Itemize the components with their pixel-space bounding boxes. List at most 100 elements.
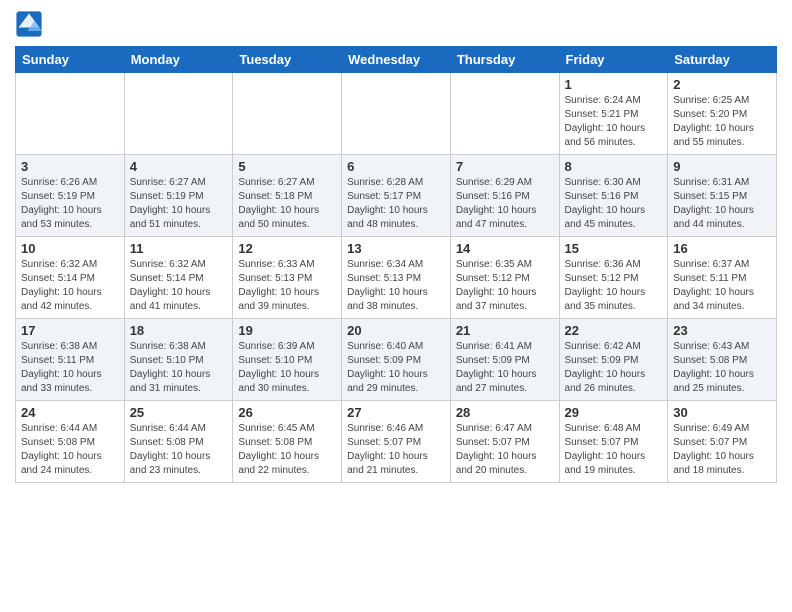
calendar-cell: 22 Sunrise: 6:42 AM Sunset: 5:09 PM Dayli…: [559, 319, 668, 401]
day-info: Sunrise: 6:38 AM Sunset: 5:10 PM Dayligh…: [130, 340, 228, 396]
day-info: Sunrise: 6:35 AM Sunset: 5:12 PM Dayligh…: [456, 258, 554, 314]
day-number: 22: [565, 323, 663, 338]
day-info: Sunrise: 6:25 AM Sunset: 5:20 PM Dayligh…: [673, 94, 771, 150]
day-number: 6: [347, 159, 445, 174]
day-info: Sunrise: 6:26 AM Sunset: 5:19 PM Dayligh…: [21, 176, 119, 232]
calendar-cell: 12 Sunrise: 6:33 AM Sunset: 5:13 PM Dayli…: [233, 237, 342, 319]
day-number: 16: [673, 241, 771, 256]
week-row-4: 17Sunrise: 6:38 AM Sunset: 5:11 PM Dayli…: [16, 319, 777, 401]
weekday-header-thursday: Thursday: [450, 47, 559, 73]
calendar-cell: 15 Sunrise: 6:36 AM Sunset: 5:12 PM Dayli…: [559, 237, 668, 319]
day-number: 29: [565, 405, 663, 420]
weekday-header-saturday: Saturday: [668, 47, 777, 73]
day-info: Sunrise: 6:37 AM Sunset: 5:11 PM Dayligh…: [673, 258, 771, 314]
day-info: Sunrise: 6:44 AM Sunset: 5:08 PM Dayligh…: [130, 422, 228, 478]
calendar-cell: 23 Sunrise: 6:43 AM Sunset: 5:08 PM Dayli…: [668, 319, 777, 401]
weekday-header-friday: Friday: [559, 47, 668, 73]
calendar-cell: [450, 73, 559, 155]
day-info: Sunrise: 6:27 AM Sunset: 5:18 PM Dayligh…: [238, 176, 336, 232]
day-number: 4: [130, 159, 228, 174]
day-number: 27: [347, 405, 445, 420]
calendar-cell: [342, 73, 451, 155]
day-number: 24: [21, 405, 119, 420]
day-number: 21: [456, 323, 554, 338]
week-row-2: 3Sunrise: 6:26 AM Sunset: 5:19 PM Daylig…: [16, 155, 777, 237]
weekday-header-row: SundayMondayTuesdayWednesdayThursdayFrid…: [16, 47, 777, 73]
weekday-header-monday: Monday: [124, 47, 233, 73]
calendar-cell: 7Sunrise: 6:29 AM Sunset: 5:16 PM Daylig…: [450, 155, 559, 237]
day-number: 1: [565, 77, 663, 92]
calendar-cell: [233, 73, 342, 155]
calendar-cell: 21 Sunrise: 6:41 AM Sunset: 5:09 PM Dayli…: [450, 319, 559, 401]
day-number: 5: [238, 159, 336, 174]
day-number: 14: [456, 241, 554, 256]
week-row-5: 24 Sunrise: 6:44 AM Sunset: 5:08 PM Dayli…: [16, 401, 777, 483]
day-info: Sunrise: 6:27 AM Sunset: 5:19 PM Dayligh…: [130, 176, 228, 232]
day-number: 28: [456, 405, 554, 420]
day-info: Sunrise: 6:29 AM Sunset: 5:16 PM Dayligh…: [456, 176, 554, 232]
calendar-cell: 13Sunrise: 6:34 AM Sunset: 5:13 PM Dayli…: [342, 237, 451, 319]
page-header: [15, 10, 777, 38]
calendar-cell: 14 Sunrise: 6:35 AM Sunset: 5:12 PM Dayli…: [450, 237, 559, 319]
day-info: Sunrise: 6:28 AM Sunset: 5:17 PM Dayligh…: [347, 176, 445, 232]
day-info: Sunrise: 6:40 AM Sunset: 5:09 PM Dayligh…: [347, 340, 445, 396]
day-number: 10: [21, 241, 119, 256]
calendar-cell: 11 Sunrise: 6:32 AM Sunset: 5:14 PM Dayli…: [124, 237, 233, 319]
calendar-cell: 4 Sunrise: 6:27 AM Sunset: 5:19 PM Daylig…: [124, 155, 233, 237]
day-info: Sunrise: 6:39 AM Sunset: 5:10 PM Dayligh…: [238, 340, 336, 396]
day-info: Sunrise: 6:41 AM Sunset: 5:09 PM Dayligh…: [456, 340, 554, 396]
week-row-3: 10 Sunrise: 6:32 AM Sunset: 5:14 PM Dayli…: [16, 237, 777, 319]
day-number: 17: [21, 323, 119, 338]
weekday-header-tuesday: Tuesday: [233, 47, 342, 73]
calendar-cell: 1Sunrise: 6:24 AM Sunset: 5:21 PM Daylig…: [559, 73, 668, 155]
calendar-cell: 26 Sunrise: 6:45 AM Sunset: 5:08 PM Dayli…: [233, 401, 342, 483]
calendar-cell: [124, 73, 233, 155]
day-number: 25: [130, 405, 228, 420]
calendar-cell: 8 Sunrise: 6:30 AM Sunset: 5:16 PM Daylig…: [559, 155, 668, 237]
calendar-cell: 19 Sunrise: 6:39 AM Sunset: 5:10 PM Dayli…: [233, 319, 342, 401]
logo: [15, 10, 47, 38]
day-number: 2: [673, 77, 771, 92]
calendar-cell: 2 Sunrise: 6:25 AM Sunset: 5:20 PM Daylig…: [668, 73, 777, 155]
page-container: SundayMondayTuesdayWednesdayThursdayFrid…: [0, 0, 792, 493]
calendar-cell: 16 Sunrise: 6:37 AM Sunset: 5:11 PM Dayli…: [668, 237, 777, 319]
day-number: 20: [347, 323, 445, 338]
day-number: 15: [565, 241, 663, 256]
calendar-cell: 30Sunrise: 6:49 AM Sunset: 5:07 PM Dayli…: [668, 401, 777, 483]
calendar-cell: 17Sunrise: 6:38 AM Sunset: 5:11 PM Dayli…: [16, 319, 125, 401]
weekday-header-sunday: Sunday: [16, 47, 125, 73]
calendar-cell: 24 Sunrise: 6:44 AM Sunset: 5:08 PM Dayli…: [16, 401, 125, 483]
day-info: Sunrise: 6:32 AM Sunset: 5:14 PM Dayligh…: [130, 258, 228, 314]
calendar-cell: 18 Sunrise: 6:38 AM Sunset: 5:10 PM Dayli…: [124, 319, 233, 401]
day-info: Sunrise: 6:43 AM Sunset: 5:08 PM Dayligh…: [673, 340, 771, 396]
calendar-cell: 3Sunrise: 6:26 AM Sunset: 5:19 PM Daylig…: [16, 155, 125, 237]
day-number: 8: [565, 159, 663, 174]
calendar-cell: 27Sunrise: 6:46 AM Sunset: 5:07 PM Dayli…: [342, 401, 451, 483]
calendar-cell: 5 Sunrise: 6:27 AM Sunset: 5:18 PM Daylig…: [233, 155, 342, 237]
weekday-header-wednesday: Wednesday: [342, 47, 451, 73]
day-number: 19: [238, 323, 336, 338]
day-number: 23: [673, 323, 771, 338]
calendar-cell: 6 Sunrise: 6:28 AM Sunset: 5:17 PM Daylig…: [342, 155, 451, 237]
day-number: 11: [130, 241, 228, 256]
day-info: Sunrise: 6:36 AM Sunset: 5:12 PM Dayligh…: [565, 258, 663, 314]
day-info: Sunrise: 6:34 AM Sunset: 5:13 PM Dayligh…: [347, 258, 445, 314]
day-number: 26: [238, 405, 336, 420]
calendar-cell: 28Sunrise: 6:47 AM Sunset: 5:07 PM Dayli…: [450, 401, 559, 483]
day-info: Sunrise: 6:30 AM Sunset: 5:16 PM Dayligh…: [565, 176, 663, 232]
day-number: 12: [238, 241, 336, 256]
day-number: 18: [130, 323, 228, 338]
day-info: Sunrise: 6:42 AM Sunset: 5:09 PM Dayligh…: [565, 340, 663, 396]
calendar-cell: 20 Sunrise: 6:40 AM Sunset: 5:09 PM Dayli…: [342, 319, 451, 401]
day-info: Sunrise: 6:33 AM Sunset: 5:13 PM Dayligh…: [238, 258, 336, 314]
day-info: Sunrise: 6:31 AM Sunset: 5:15 PM Dayligh…: [673, 176, 771, 232]
day-info: Sunrise: 6:45 AM Sunset: 5:08 PM Dayligh…: [238, 422, 336, 478]
day-info: Sunrise: 6:49 AM Sunset: 5:07 PM Dayligh…: [673, 422, 771, 478]
logo-icon: [15, 10, 43, 38]
calendar-cell: [16, 73, 125, 155]
day-info: Sunrise: 6:48 AM Sunset: 5:07 PM Dayligh…: [565, 422, 663, 478]
calendar-table: SundayMondayTuesdayWednesdayThursdayFrid…: [15, 46, 777, 483]
day-info: Sunrise: 6:32 AM Sunset: 5:14 PM Dayligh…: [21, 258, 119, 314]
day-info: Sunrise: 6:44 AM Sunset: 5:08 PM Dayligh…: [21, 422, 119, 478]
calendar-cell: 29 Sunrise: 6:48 AM Sunset: 5:07 PM Dayli…: [559, 401, 668, 483]
